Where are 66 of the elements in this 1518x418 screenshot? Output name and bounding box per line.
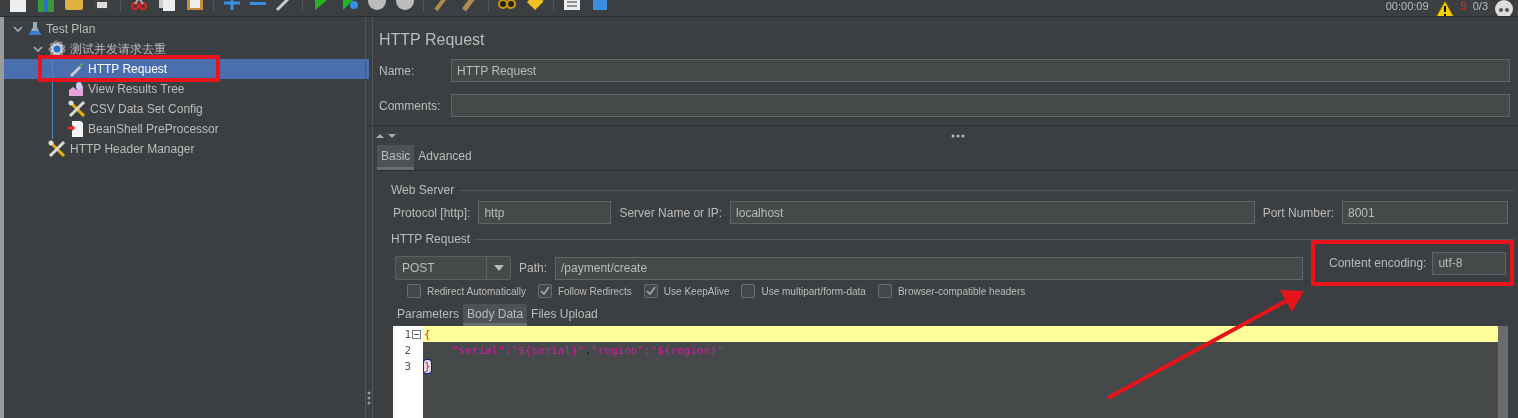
tab[interactable]: Body Data: [463, 304, 528, 326]
gear-icon: [48, 40, 66, 58]
field-label: Protocol [http]:: [393, 205, 471, 220]
protocol-field[interactable]: http: [478, 201, 612, 224]
flask-icon: [28, 21, 42, 37]
field-label: Content encoding:: [1329, 256, 1427, 270]
checkbox[interactable]: [877, 284, 892, 298]
elapsed-time: 00:00:09: [1385, 0, 1429, 13]
thread-count: 0/3: [1472, 0, 1488, 13]
checkbox-label: Use KeepAlive: [663, 285, 730, 297]
panel-title: HTTP Request: [379, 30, 486, 50]
tree-item[interactable]: CSV Data Set Config: [4, 99, 369, 119]
port-field[interactable]: 8001: [1342, 201, 1508, 224]
field-label: Port Number:: [1262, 205, 1334, 220]
name-field[interactable]: HTTP Request: [451, 59, 1510, 82]
checkbox[interactable]: [643, 284, 658, 298]
line-number: 1: [404, 327, 411, 341]
collapse-arrows-icon: [375, 131, 397, 140]
tools-icon: [48, 140, 66, 158]
path-field[interactable]: /payment/create: [555, 256, 1303, 280]
server-field[interactable]: localhost: [730, 201, 1255, 224]
warning-icon: [1434, 0, 1455, 16]
group-title: Web Server: [391, 183, 455, 197]
tree-item[interactable]: BeanShell PreProcessor: [4, 119, 369, 139]
tree-item[interactable]: HTTP Request: [4, 59, 369, 79]
encoding-field[interactable]: utf-8: [1432, 251, 1506, 275]
checkbox[interactable]: [741, 284, 756, 298]
tools-icon: [68, 100, 86, 118]
chevron-icon[interactable]: [12, 23, 24, 35]
grip-icon: [367, 391, 371, 405]
chevron-icon[interactable]: [32, 43, 44, 55]
checkbox[interactable]: [407, 284, 421, 298]
check-icon: [539, 286, 550, 296]
check-icon: [645, 286, 656, 296]
checkbox-label: Redirect Automatically: [427, 285, 526, 297]
tree-item[interactable]: View Results Tree: [4, 79, 369, 99]
line-number: 3: [404, 359, 411, 373]
tab[interactable]: Basic: [377, 145, 415, 170]
line-number: 2: [404, 343, 411, 357]
tab[interactable]: Parameters: [393, 304, 464, 326]
field-label: Comments:: [379, 98, 442, 113]
tab[interactable]: Files Upload: [527, 304, 602, 326]
field-label: Server Name or IP:: [619, 205, 723, 220]
code-line: "serial":"${serial}","region":"${region}": [451, 342, 725, 358]
chart-icon: [68, 81, 84, 97]
caret-icon: [493, 265, 504, 271]
method-dropdown[interactable]: POST: [395, 256, 511, 280]
grip-icon: [950, 133, 965, 138]
tree-item[interactable]: 测试并发请求去重: [4, 39, 369, 59]
field-label: Name:: [379, 63, 416, 78]
pipette-icon: [68, 61, 84, 77]
checkbox-label: Use multipart/form-data: [761, 285, 866, 297]
field-label: Path:: [519, 261, 548, 275]
tab[interactable]: Advanced: [414, 145, 476, 170]
scrollbar[interactable]: [1498, 326, 1508, 418]
warning-count: 9: [1460, 0, 1467, 13]
group-title: HTTP Request: [391, 232, 471, 246]
tree-item[interactable]: HTTP Header Manager: [4, 139, 369, 159]
checkbox-label: Browser-compatible headers: [897, 285, 1026, 297]
tree-item[interactable]: Test Plan: [4, 19, 369, 39]
code-line: }: [423, 358, 432, 374]
checkbox[interactable]: [537, 284, 552, 298]
minus-icon: [250, 2, 266, 5]
checkbox-label: Follow Redirects: [557, 285, 632, 297]
comments-field[interactable]: [451, 94, 1510, 117]
script-icon: [68, 120, 84, 138]
